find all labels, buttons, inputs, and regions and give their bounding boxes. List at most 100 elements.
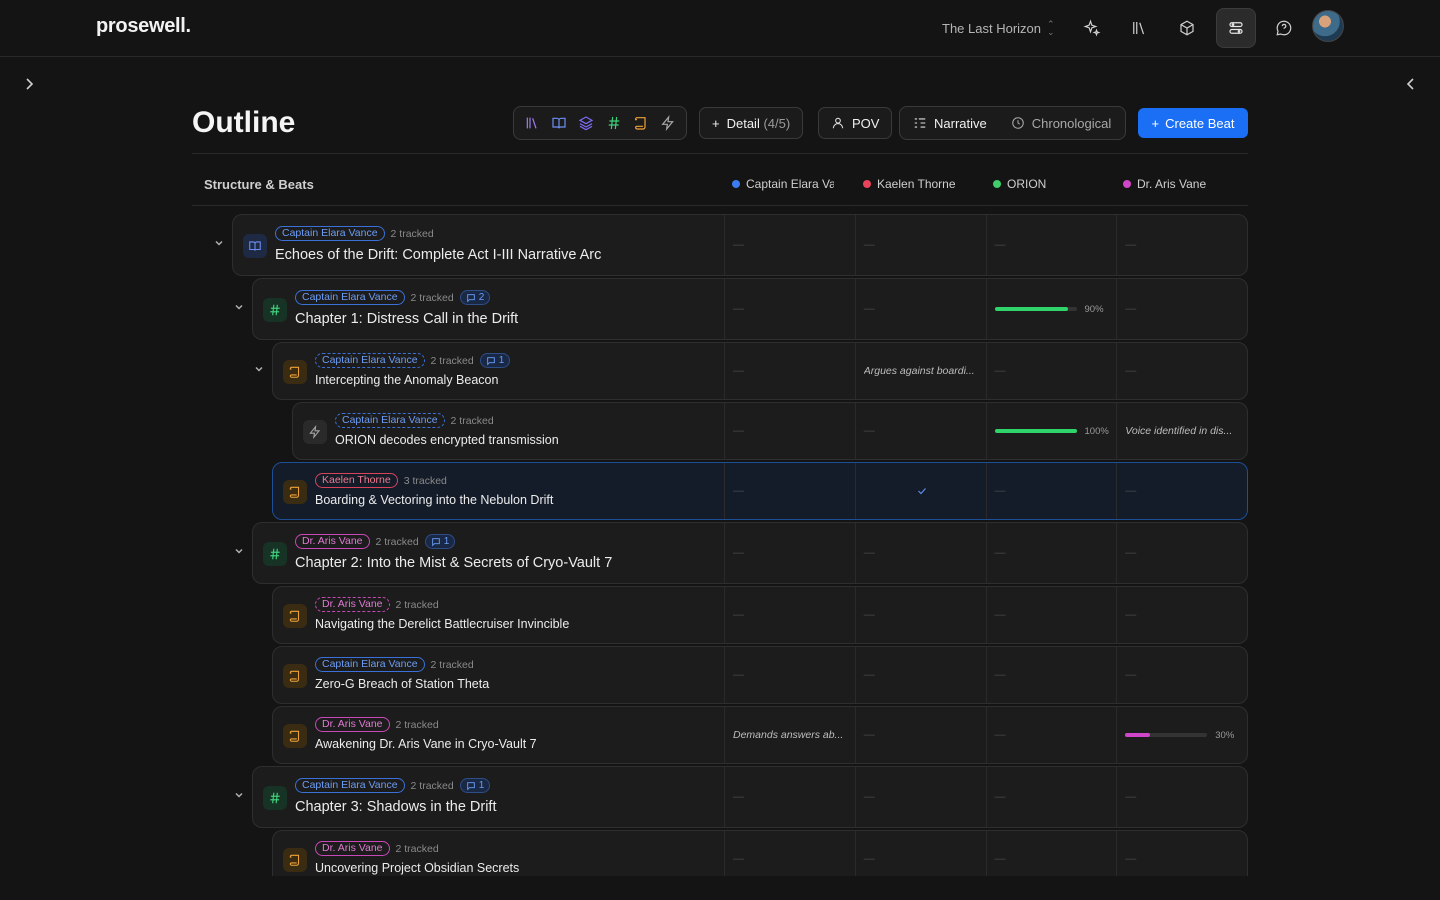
create-beat-button[interactable]: + Create Beat [1138, 108, 1248, 138]
comment-count-badge[interactable]: 2 [459, 290, 491, 305]
row-title[interactable]: Chapter 2: Into the Mist & Secrets of Cr… [295, 555, 612, 571]
row-title[interactable]: ORION decodes encrypted transmission [335, 433, 559, 447]
character-cell[interactable]: — [985, 831, 1117, 876]
character-cell[interactable]: — [724, 831, 855, 876]
character-cell[interactable]: — [854, 279, 986, 339]
row-title[interactable]: Zero-G Breach of Station Theta [315, 677, 489, 691]
character-cell[interactable]: — [985, 215, 1117, 275]
character-cell[interactable]: — [1116, 647, 1247, 703]
character-cell[interactable]: — [1116, 215, 1247, 275]
character-cell[interactable]: — [854, 587, 986, 643]
settings-sliders-icon[interactable] [1216, 8, 1256, 48]
collapse-chevron-icon[interactable] [254, 364, 264, 374]
filter-bolt-icon[interactable] [660, 115, 676, 131]
filter-book-icon[interactable] [551, 115, 567, 131]
character-cell[interactable]: Voice identified in dis... [1116, 403, 1247, 459]
character-cell[interactable]: — [1116, 767, 1247, 827]
collapse-chevron-icon[interactable] [234, 302, 244, 312]
filter-scene-icon[interactable] [633, 115, 649, 131]
pov-tag[interactable]: Captain Elara Vance [295, 290, 405, 305]
app-logo[interactable]: prosewell. [96, 15, 191, 38]
character-cell[interactable]: — [724, 523, 855, 583]
character-column-header[interactable]: Kaelen Thorne [863, 177, 965, 191]
outline-row-scene[interactable]: Captain Elara Vance 2 tracked Zero-G Breac… [272, 646, 1248, 704]
character-cell[interactable]: — [724, 587, 855, 643]
outline-row-chapter[interactable]: Captain Elara Vance 2 tracked 2 Chapter 1: … [252, 278, 1248, 340]
project-switcher[interactable]: The Last Horizon ⌃ ⌄ [942, 20, 1055, 37]
character-cell[interactable]: 30% [1116, 707, 1247, 763]
pov-tag[interactable]: Kaelen Thorne [315, 473, 398, 488]
filter-layers-icon[interactable] [578, 115, 594, 131]
pov-tag[interactable]: Dr. Aris Vane [315, 841, 390, 856]
character-cell[interactable]: — [1116, 463, 1247, 519]
filter-library-icon[interactable] [524, 115, 540, 131]
sparkles-icon[interactable] [1072, 8, 1112, 48]
row-title[interactable]: Uncovering Project Obsidian Secrets [315, 861, 519, 875]
detail-button[interactable]: + Detail (4/5) [699, 107, 804, 139]
comment-count-badge[interactable]: 1 [479, 353, 511, 368]
character-cell[interactable]: 90% [985, 279, 1117, 339]
view-narrative-tab[interactable]: Narrative [903, 110, 997, 136]
character-cell[interactable]: — [985, 343, 1117, 399]
row-title[interactable]: Intercepting the Anomaly Beacon [315, 373, 498, 387]
character-cell[interactable]: 100% [985, 403, 1117, 459]
character-cell[interactable]: — [724, 403, 855, 459]
outline-row-beat[interactable]: Captain Elara Vance 2 tracked ORION decode… [292, 402, 1248, 460]
row-title[interactable]: Chapter 3: Shadows in the Drift [295, 799, 497, 815]
character-cell[interactable]: — [724, 215, 855, 275]
view-chronological-tab[interactable]: Chronological [1001, 110, 1122, 136]
expand-right-sidebar-icon[interactable] [1406, 77, 1416, 91]
character-cell[interactable]: — [724, 647, 855, 703]
outline-row-scene[interactable]: Dr. Aris Vane 2 tracked Uncovering Project… [272, 830, 1248, 876]
character-cell[interactable]: — [1116, 831, 1247, 876]
character-cell[interactable] [854, 463, 986, 519]
outline-row-scene[interactable]: Dr. Aris Vane 2 tracked Navigating the Der… [272, 586, 1248, 644]
character-cell[interactable]: — [1116, 343, 1247, 399]
character-cell[interactable]: — [854, 523, 986, 583]
pov-tag[interactable]: Captain Elara Vance [275, 226, 385, 241]
character-cell[interactable]: Demands answers ab... [724, 707, 855, 763]
character-cell[interactable]: — [854, 831, 986, 876]
expand-left-sidebar-icon[interactable] [24, 77, 34, 91]
row-title[interactable]: Chapter 1: Distress Call in the Drift [295, 311, 518, 327]
pov-button[interactable]: POV [818, 107, 893, 139]
filter-hash-icon[interactable] [606, 115, 622, 131]
pov-tag[interactable]: Captain Elara Vance [335, 413, 445, 428]
character-cell[interactable]: — [985, 587, 1117, 643]
character-cell[interactable]: — [854, 647, 986, 703]
row-title[interactable]: Boarding & Vectoring into the Nebulon Dr… [315, 493, 553, 507]
character-cell[interactable]: — [854, 215, 986, 275]
character-cell[interactable]: — [1116, 523, 1247, 583]
library-icon[interactable] [1119, 8, 1159, 48]
help-icon[interactable] [1264, 8, 1304, 48]
outline-row-chapter[interactable]: Captain Elara Vance 2 tracked 1 Chapter 3: … [252, 766, 1248, 828]
user-avatar[interactable] [1312, 10, 1344, 42]
character-cell[interactable]: — [724, 463, 855, 519]
character-column-header[interactable]: Captain Elara Vance [732, 177, 834, 191]
character-cell[interactable]: — [985, 523, 1117, 583]
outline-row-scene[interactable]: Kaelen Thorne 3 tracked Boarding & Vectori… [272, 462, 1248, 520]
character-cell[interactable]: — [985, 767, 1117, 827]
character-column-header[interactable]: Dr. Aris Vane [1123, 177, 1225, 191]
outline-row-scene[interactable]: Captain Elara Vance 2 tracked 1 Interceptin… [272, 342, 1248, 400]
collapse-chevron-icon[interactable] [234, 790, 244, 800]
pov-tag[interactable]: Captain Elara Vance [315, 353, 425, 368]
pov-tag[interactable]: Dr. Aris Vane [315, 597, 390, 612]
pov-tag[interactable]: Captain Elara Vance [315, 657, 425, 672]
outline-row-chapter[interactable]: Dr. Aris Vane 2 tracked 1 Chapter 2: Into t… [252, 522, 1248, 584]
character-cell[interactable]: — [854, 767, 986, 827]
character-cell[interactable]: — [854, 403, 986, 459]
character-cell[interactable]: — [854, 707, 986, 763]
character-cell[interactable]: — [724, 767, 855, 827]
row-title[interactable]: Awakening Dr. Aris Vane in Cryo-Vault 7 [315, 737, 537, 751]
character-cell[interactable]: Argues against boardi... [854, 343, 986, 399]
pov-tag[interactable]: Dr. Aris Vane [315, 717, 390, 732]
character-cell[interactable]: — [985, 463, 1117, 519]
collapse-chevron-icon[interactable] [234, 546, 244, 556]
comment-count-badge[interactable]: 1 [459, 778, 491, 793]
character-cell[interactable]: — [1116, 587, 1247, 643]
outline-row-book[interactable]: Captain Elara Vance 2 tracked Echoes of th… [232, 214, 1248, 276]
character-cell[interactable]: — [724, 279, 855, 339]
pov-tag[interactable]: Dr. Aris Vane [295, 534, 370, 549]
comment-count-badge[interactable]: 1 [424, 534, 456, 549]
